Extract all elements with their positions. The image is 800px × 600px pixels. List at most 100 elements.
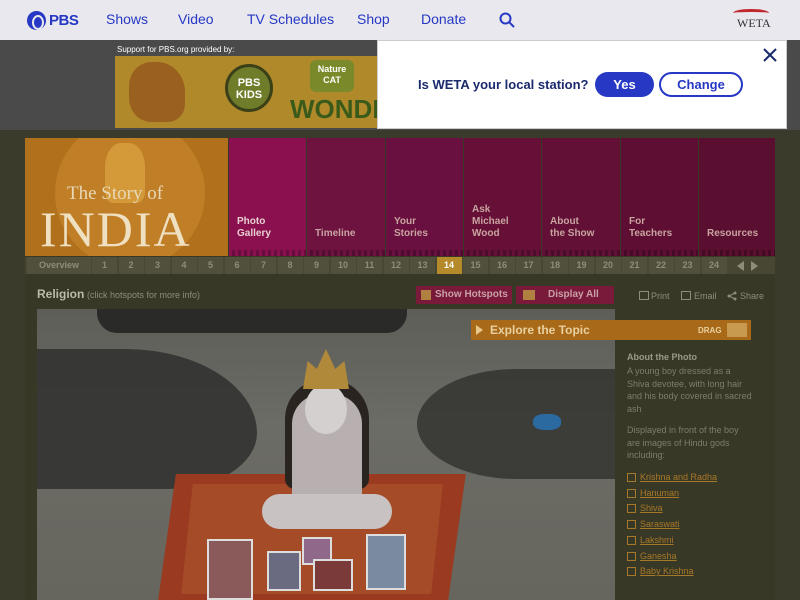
explore-topic-bar[interactable]: Explore the Topic DRAG — [471, 320, 751, 340]
about-photo-title: About the Photo — [627, 352, 697, 362]
god-link[interactable]: Ganesha — [627, 551, 677, 561]
photo-number-tab[interactable]: 20 — [595, 257, 621, 274]
display-all-button[interactable]: Display All — [516, 286, 614, 304]
change-button[interactable]: Change — [659, 72, 743, 97]
photo-number-tab[interactable]: 15 — [463, 257, 488, 274]
nav-donate[interactable]: Donate — [421, 11, 466, 27]
photo-number-tab[interactable]: 11 — [357, 257, 382, 274]
next-arrow-icon[interactable] — [751, 261, 758, 271]
god-picture[interactable] — [267, 551, 301, 591]
display-all-label: Display All — [548, 289, 599, 300]
nav-tv-schedules[interactable]: TV Schedules — [247, 11, 334, 27]
photo-number-tab[interactable]: 10 — [330, 257, 356, 274]
weta-logo[interactable]: WETA — [731, 9, 773, 32]
photo-number-tab[interactable]: 3 — [145, 257, 170, 274]
photo-number-tab[interactable]: 14 — [436, 257, 462, 274]
god-picture[interactable] — [313, 559, 353, 591]
ad-banner[interactable]: PBS KIDS Nature CAT WONDER — [115, 56, 380, 128]
photo-number-tab[interactable]: 21 — [622, 257, 647, 274]
section-tab[interactable]: Resources — [699, 138, 775, 256]
god-link-label: Shiva — [640, 503, 663, 514]
pbs-head-icon — [27, 10, 46, 30]
photo-number-tab[interactable]: 7 — [251, 257, 276, 274]
photo-number-tab[interactable]: 24 — [701, 257, 727, 274]
photo-number-tab[interactable]: 2 — [118, 257, 144, 274]
yes-button[interactable]: Yes — [595, 72, 654, 97]
print-link[interactable]: Print — [651, 291, 670, 301]
section-tab-label: About — [550, 216, 579, 227]
car-image — [97, 309, 407, 333]
show-hotspots-label: Show Hotspots — [435, 289, 508, 300]
overview-tab[interactable]: Overview — [27, 257, 91, 274]
photo-number-tab[interactable]: 19 — [569, 257, 594, 274]
photo-number-tab[interactable]: 13 — [410, 257, 435, 274]
section-tab[interactable]: Your Stories — [386, 138, 463, 256]
god-link[interactable]: Saraswati — [627, 519, 680, 530]
section-tab-label: Timeline — [315, 228, 356, 239]
god-link[interactable]: Baby Krishna — [627, 566, 694, 577]
email-icon[interactable] — [681, 291, 691, 300]
search-icon[interactable] — [499, 12, 515, 28]
section-tab[interactable]: For Teachers — [621, 138, 698, 256]
photo-number-tab[interactable]: 17 — [516, 257, 541, 274]
gallery-photo[interactable] — [37, 309, 615, 600]
photo-number-tab[interactable]: 6 — [224, 257, 250, 274]
section-tab[interactable]: Photo Gallery — [229, 138, 306, 256]
photo-number-tab[interactable]: 22 — [648, 257, 674, 274]
section-tab[interactable]: About the Show — [542, 138, 620, 256]
pbs-logo[interactable]: PBS — [27, 9, 79, 31]
image-link-icon — [627, 504, 636, 514]
photo-number-tab[interactable]: 23 — [675, 257, 700, 274]
image-link-icon — [627, 551, 636, 561]
god-link[interactable]: Hanuman — [627, 488, 679, 498]
show-hotspots-button[interactable]: Show Hotspots — [416, 286, 512, 304]
section-tab-label: Wood — [472, 228, 500, 239]
weta-logo-text: WETA — [737, 16, 771, 30]
photo-number-tab[interactable]: 18 — [542, 257, 568, 274]
god-link[interactable]: Krishna and Radha — [627, 472, 717, 482]
prev-arrow-icon[interactable] — [737, 261, 744, 271]
section-tab-label: Gallery — [237, 228, 271, 239]
nav-shop[interactable]: Shop — [357, 11, 390, 27]
hotspots-icon — [421, 290, 431, 300]
photo-number-tab[interactable]: 16 — [489, 257, 515, 274]
email-link[interactable]: Email — [694, 291, 717, 301]
god-link-label: Lakshmi — [640, 534, 674, 545]
photo-number-tab[interactable]: 12 — [383, 257, 409, 274]
image-link-icon — [627, 535, 636, 545]
boy-face-image — [305, 384, 347, 434]
section-tab-label: the Show — [550, 228, 595, 239]
section-tab-label: For — [629, 216, 646, 227]
section-tab[interactable]: Ask Michael Wood — [464, 138, 541, 256]
gallery-title: Religion — [37, 287, 85, 301]
god-link-label: Ganesha — [640, 550, 677, 561]
india-title: INDIA — [40, 201, 192, 257]
god-link[interactable]: Shiva — [627, 503, 663, 514]
god-picture[interactable] — [366, 534, 406, 590]
nav-video[interactable]: Video — [178, 11, 214, 27]
section-tab[interactable]: Timeline — [307, 138, 385, 256]
drag-handle-icon[interactable] — [727, 323, 747, 337]
share-link[interactable]: Share — [740, 291, 764, 301]
nature-cat-logo: Nature CAT — [310, 60, 354, 92]
pbs-kids-logo: PBS KIDS — [225, 64, 273, 112]
ad-support-text: Support for PBS.org provided by: — [117, 45, 235, 54]
photo-number-tab[interactable]: 9 — [304, 257, 329, 274]
section-tab-label: Teachers — [629, 228, 673, 239]
print-icon[interactable] — [639, 291, 649, 300]
cartoon-bird-image — [129, 62, 185, 122]
tab-fringe — [464, 250, 541, 256]
photo-number-tab[interactable]: 1 — [92, 257, 117, 274]
close-icon[interactable] — [762, 47, 778, 63]
photo-number-tab[interactable]: 4 — [171, 257, 197, 274]
god-link-label: Krishna and Radha — [640, 472, 718, 482]
god-picture[interactable] — [207, 539, 253, 600]
photo-number-tab[interactable]: 8 — [277, 257, 303, 274]
photo-number-tab[interactable]: 5 — [198, 257, 223, 274]
tab-fringe — [229, 250, 306, 256]
section-tab-label: Michael — [472, 216, 509, 227]
god-link[interactable]: Lakshmi — [627, 535, 674, 545]
nav-shows[interactable]: Shows — [106, 11, 148, 27]
share-icon[interactable] — [727, 291, 737, 301]
shadow-image — [417, 369, 615, 479]
